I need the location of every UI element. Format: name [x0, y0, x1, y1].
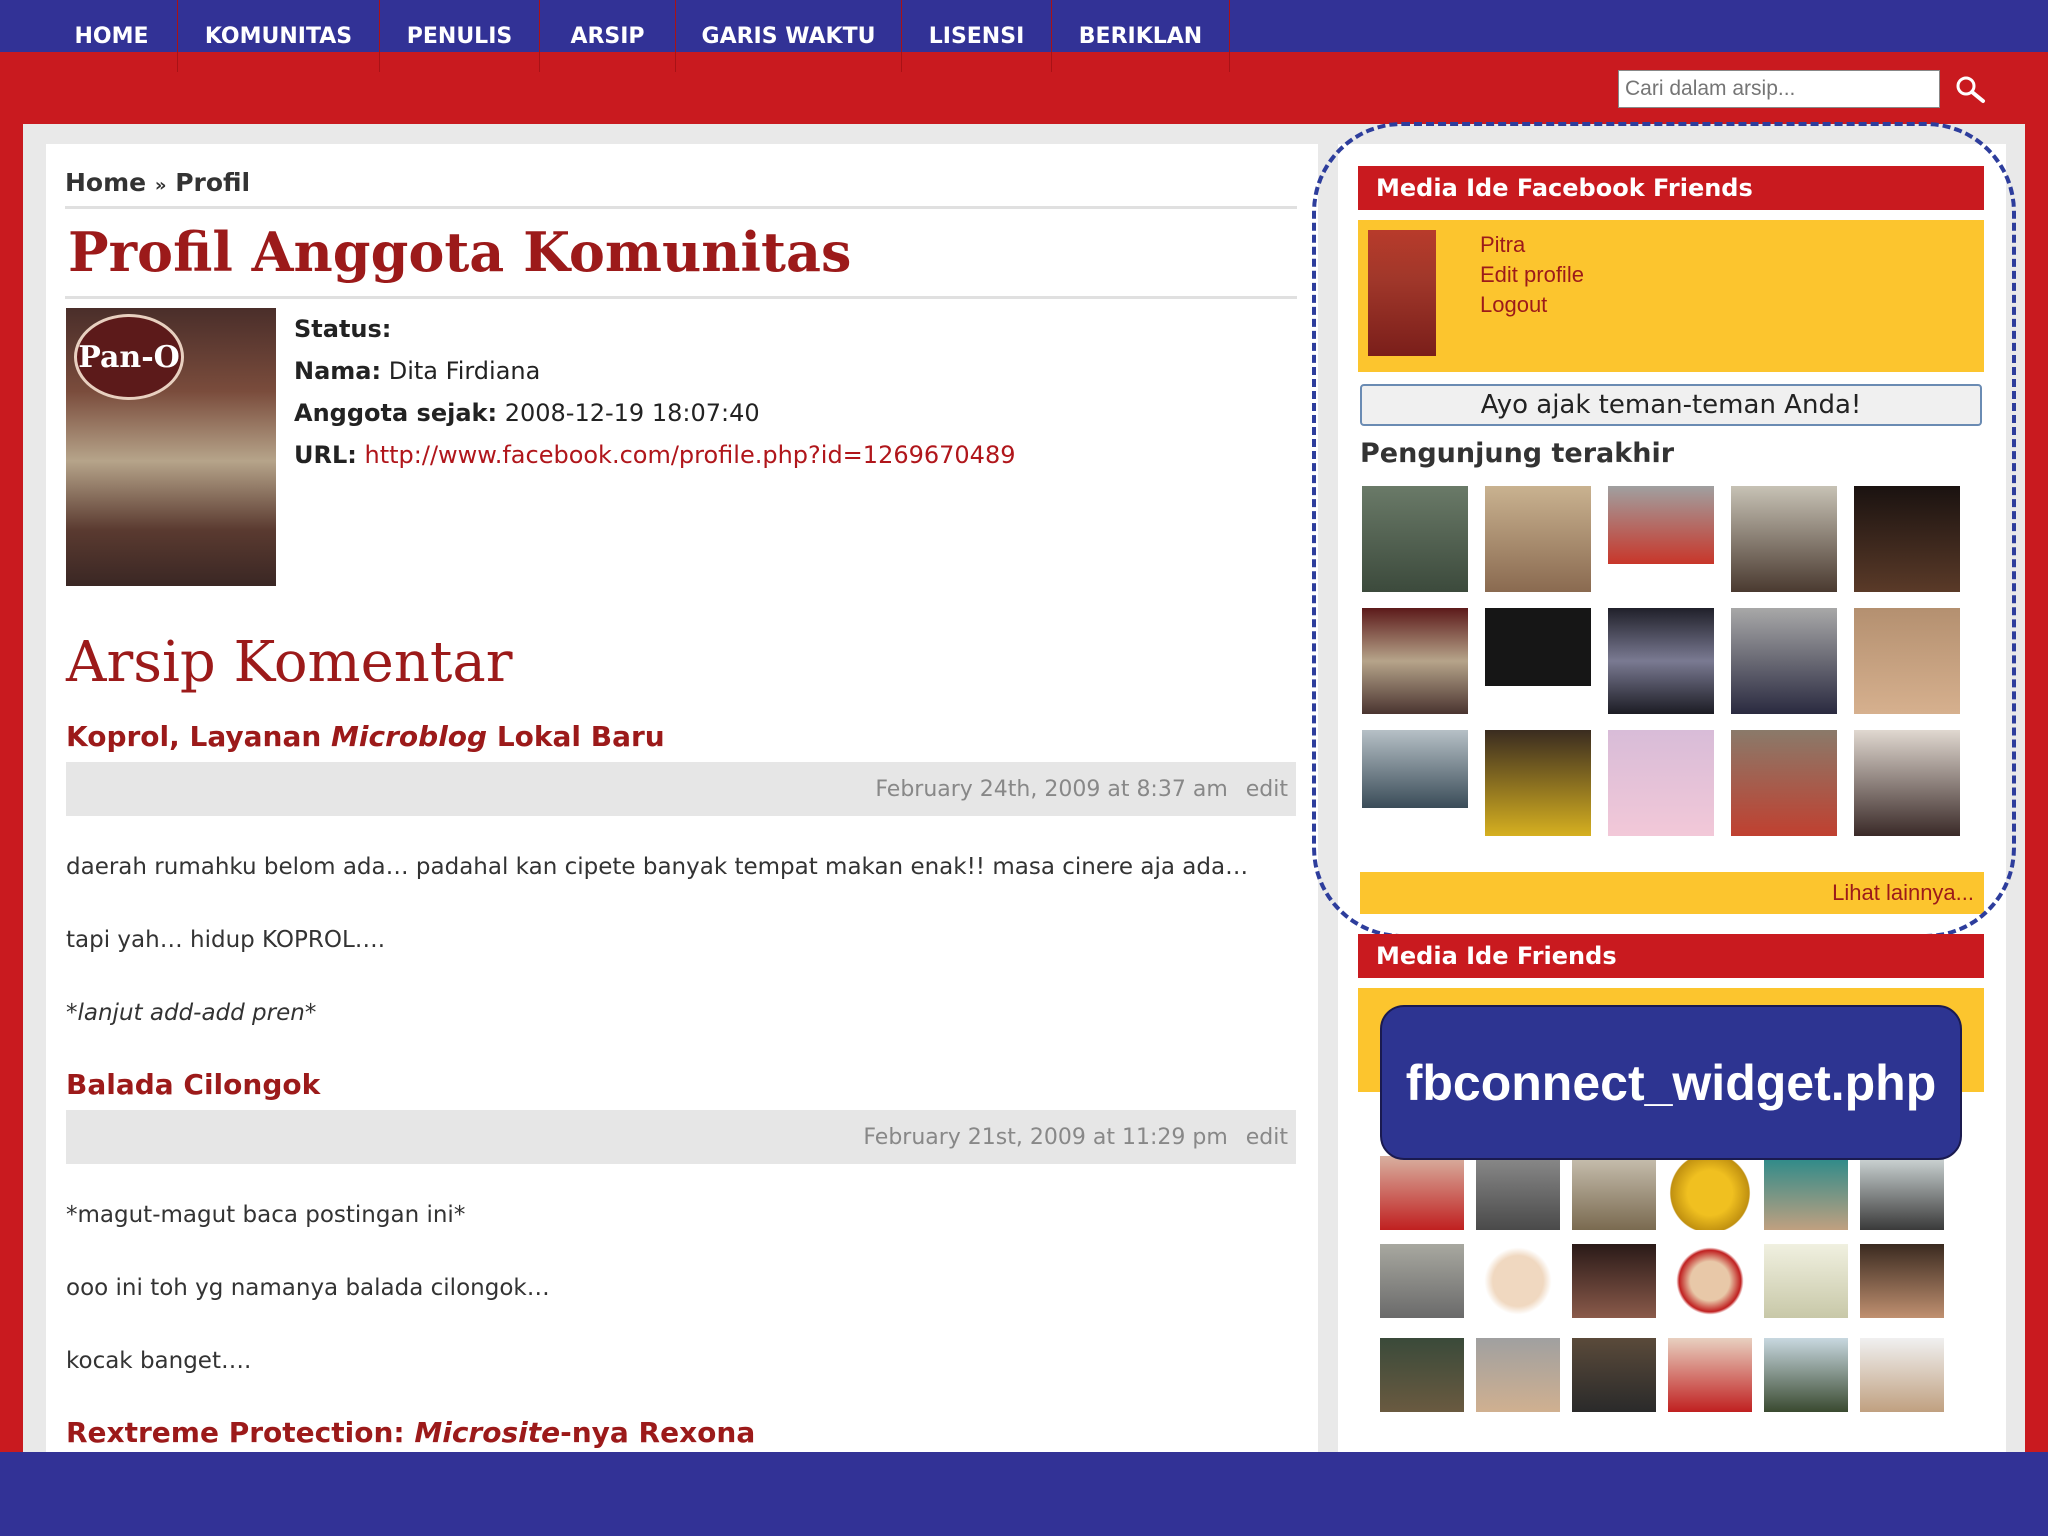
friend-avatar[interactable]	[1476, 1338, 1560, 1412]
nav-item-beriklan[interactable]: BERIKLAN	[1052, 0, 1230, 72]
highlight-outline	[1312, 122, 2016, 938]
friend-avatar[interactable]	[1572, 1244, 1656, 1318]
comments-archive-title: Arsip Komentar	[66, 630, 513, 695]
post-title[interactable]: Rextreme Protection: Microsite-nya Rexon…	[66, 1416, 755, 1449]
comment-line: daerah rumahku belom ada… padahal kan ci…	[66, 854, 1249, 880]
comment-meta: February 24th, 2009 at 8:37 am edit	[66, 762, 1296, 816]
profile-photo: Pan-O	[66, 308, 276, 586]
friend-avatar[interactable]	[1668, 1244, 1752, 1318]
post-title-emphasis: Microblog	[331, 720, 488, 753]
breadcrumb: Home » Profil	[65, 168, 250, 197]
friend-avatar[interactable]	[1380, 1156, 1464, 1230]
name-label: Nama:	[294, 357, 382, 385]
friend-avatar[interactable]	[1860, 1244, 1944, 1318]
name-field: Nama: Dita Firdiana	[294, 357, 540, 385]
divider	[65, 296, 1297, 299]
post-title-text: Rextreme Protection:	[66, 1416, 415, 1449]
friend-avatar[interactable]	[1668, 1338, 1752, 1412]
friend-avatar[interactable]	[1380, 1244, 1464, 1318]
friend-avatar[interactable]	[1860, 1156, 1944, 1230]
page-title: Profil Anggota Komunitas	[68, 220, 852, 284]
friend-avatar[interactable]	[1476, 1156, 1560, 1230]
comment-line: *lanjut add-add pren*	[66, 1000, 317, 1026]
friend-avatar[interactable]	[1860, 1338, 1944, 1412]
edit-link[interactable]: edit	[1246, 1125, 1288, 1150]
restaurant-logo: Pan-O	[74, 314, 184, 400]
comment-line: ooo ini toh yg namanya balada cilongok…	[66, 1275, 550, 1301]
nav-item-garis-waktu[interactable]: GARIS WAKTU	[676, 0, 902, 72]
search-input[interactable]	[1618, 70, 1940, 108]
profile-url-link[interactable]: http://www.facebook.com/profile.php?id=1…	[365, 441, 1016, 469]
friend-avatar[interactable]	[1668, 1156, 1752, 1230]
comment-date: February 24th, 2009 at 8:37 am	[875, 776, 1228, 802]
friend-avatar[interactable]	[1380, 1338, 1464, 1412]
post-title-text: Balada Cilongok	[66, 1068, 321, 1101]
name-value: Dita Firdiana	[388, 357, 541, 385]
url-label: URL:	[294, 441, 357, 469]
comment-meta: February 21st, 2009 at 11:29 pm edit	[66, 1110, 1296, 1164]
bottom-band	[0, 1452, 2048, 1536]
friend-avatar[interactable]	[1764, 1156, 1848, 1230]
breadcrumb-home[interactable]: Home	[65, 168, 146, 197]
post-title-text: Koprol, Layanan	[66, 720, 332, 753]
url-field: URL: http://www.facebook.com/profile.php…	[294, 441, 1016, 469]
post-title[interactable]: Koprol, Layanan Microblog Lokal Baru	[66, 720, 665, 753]
post-title-text: Lokal Baru	[487, 720, 665, 753]
status-label: Status:	[294, 315, 392, 343]
member-since-field: Anggota sejak: 2008-12-19 18:07:40	[294, 399, 760, 427]
post-title-emphasis: Microsite	[414, 1416, 561, 1449]
friends-widget-header: Media Ide Friends	[1358, 934, 1984, 978]
breadcrumb-separator: »	[154, 175, 167, 196]
nav-item-home[interactable]: HOME	[46, 0, 178, 72]
comment-line: tapi yah… hidup KOPROL….	[66, 927, 386, 953]
member-since-label: Anggota sejak:	[294, 399, 498, 427]
widget-filename-callout: fbconnect_widget.php	[1380, 1005, 1962, 1160]
breadcrumb-current: Profil	[175, 168, 251, 197]
nav-item-penulis[interactable]: PENULIS	[380, 0, 540, 72]
friend-avatar[interactable]	[1764, 1338, 1848, 1412]
divider	[65, 206, 1297, 209]
friend-avatar[interactable]	[1572, 1156, 1656, 1230]
edit-link[interactable]: edit	[1246, 777, 1288, 802]
nav-item-arsip[interactable]: ARSIP	[540, 0, 676, 72]
friend-avatar[interactable]	[1476, 1244, 1560, 1318]
status-field: Status:	[294, 315, 391, 343]
post-title-text: -nya Rexona	[560, 1416, 756, 1449]
comment-line: *magut-magut baca postingan ini*	[66, 1202, 466, 1228]
nav-item-lisensi[interactable]: LISENSI	[902, 0, 1052, 72]
friend-avatar[interactable]	[1572, 1338, 1656, 1412]
search-icon[interactable]	[1954, 74, 1986, 104]
nav-item-komunitas[interactable]: KOMUNITAS	[178, 0, 380, 72]
post-title[interactable]: Balada Cilongok	[66, 1068, 320, 1101]
comment-line: kocak banget….	[66, 1348, 252, 1374]
member-since-value: 2008-12-19 18:07:40	[504, 399, 760, 427]
comment-date: February 21st, 2009 at 11:29 pm	[863, 1124, 1228, 1150]
friend-avatar[interactable]	[1764, 1244, 1848, 1318]
